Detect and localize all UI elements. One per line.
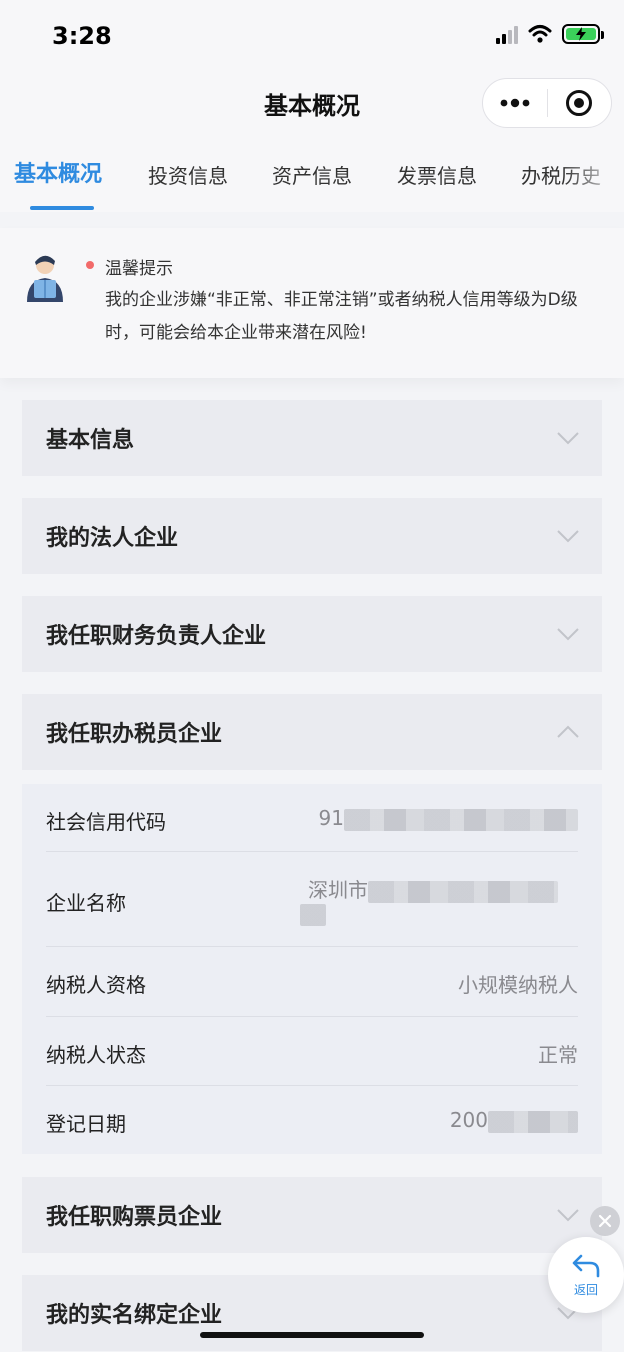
section-title: 基本信息 (46, 428, 135, 453)
row-value: 91 (319, 806, 578, 831)
row-value: 正常 (538, 1043, 578, 1067)
tip-card: 温馨提示 我的企业涉嫌“非正常、非正常注销”或者纳税人信用等级为D级时，可能会给… (0, 228, 624, 378)
back-float-button[interactable]: 返回 (548, 1237, 624, 1313)
chevron-down-icon (557, 628, 579, 641)
close-icon (598, 1214, 612, 1228)
section-ticket-buyer-company[interactable]: 我任职购票员企业 (22, 1177, 602, 1253)
tab-label: 基本概况 (14, 162, 103, 187)
section-title: 我任职办税员企业 (46, 722, 223, 747)
tab-assets[interactable]: 资产信息 (272, 160, 352, 189)
tab-label: 资产信息 (272, 164, 352, 188)
tab-scroll-fade (564, 150, 624, 200)
status-icons (496, 24, 604, 44)
row-label: 纳税人状态 (46, 1043, 146, 1067)
row-value: 小规模纳税人 (458, 973, 578, 997)
status-time: 3:28 (52, 22, 112, 50)
chevron-up-icon (557, 725, 579, 738)
redacted-blur (488, 1110, 578, 1133)
redacted-blur (300, 904, 326, 926)
tab-basic-overview[interactable]: 基本概况 (14, 156, 102, 210)
section-title: 我的实名绑定企业 (46, 1303, 223, 1328)
tab-label: 发票信息 (397, 164, 477, 188)
row-label: 登记日期 (46, 1112, 126, 1136)
back-arrow-icon (572, 1254, 600, 1277)
more-dots-icon (500, 98, 530, 108)
chevron-down-icon (557, 1209, 579, 1222)
tab-label: 投资信息 (148, 164, 228, 188)
credit-code-value: 91 (318, 806, 344, 830)
company-name-value: 深圳市 (308, 878, 368, 902)
section-title: 我任职购票员企业 (46, 1205, 223, 1230)
wifi-icon (528, 25, 552, 43)
chevron-down-icon (557, 530, 579, 543)
redacted-blur (368, 880, 558, 903)
section-title: 我任职财务负责人企业 (46, 624, 267, 649)
section-legal-person-company[interactable]: 我的法人企业 (22, 498, 602, 574)
section-tax-officer-company[interactable]: 我任职办税员企业 (22, 694, 602, 770)
cellular-signal-icon (496, 24, 518, 44)
detail-row-company-name: 企业名称 深圳市 (46, 852, 578, 947)
detail-row-taxpayer-status: 纳税人状态 正常 (46, 1017, 578, 1086)
section-title: 我的法人企业 (46, 526, 179, 551)
tab-investment[interactable]: 投资信息 (148, 160, 228, 189)
section-basic-info[interactable]: 基本信息 (22, 400, 602, 476)
section-real-name-bound-company[interactable]: 我的实名绑定企业 (22, 1275, 602, 1351)
row-label: 社会信用代码 (46, 810, 166, 834)
detail-row-taxpayer-qualification: 纳税人资格 小规模纳税人 (46, 947, 578, 1017)
close-mini-program-button[interactable] (548, 79, 612, 127)
detail-row-registration-date: 登记日期 200 (46, 1086, 578, 1154)
tip-bullet-dot (86, 261, 94, 269)
tab-invoice[interactable]: 发票信息 (397, 160, 477, 189)
section-finance-manager-company[interactable]: 我任职财务负责人企业 (22, 596, 602, 672)
nav-bar: 基本概况 (0, 76, 624, 134)
more-button[interactable] (483, 79, 547, 127)
battery-icon (562, 24, 604, 44)
redacted-blur (344, 808, 578, 831)
back-label: 返回 (573, 1282, 598, 1297)
mini-program-capsule (482, 78, 612, 128)
detail-row-credit-code: 社会信用代码 91 (46, 784, 578, 852)
dismiss-float-button[interactable] (590, 1206, 620, 1236)
home-indicator[interactable] (200, 1332, 424, 1338)
target-icon (566, 90, 593, 116)
row-value: 深圳市 (308, 874, 558, 903)
tip-title: 温馨提示 (105, 259, 173, 279)
reading-person-icon (27, 255, 63, 302)
registration-date-value: 200 (449, 1108, 488, 1132)
chevron-down-icon (557, 432, 579, 445)
tax-officer-company-details: 社会信用代码 91 企业名称 深圳市 纳税人资格 小规模纳税人 纳税人状态 正常… (22, 784, 602, 1154)
status-bar: 3:28 (0, 0, 624, 76)
tab-bar: 基本概况 投资信息 资产信息 发票信息 办税历史 (0, 150, 624, 210)
row-label: 纳税人资格 (46, 973, 146, 997)
header-area: 3:28 基本概况 基本概况 投资信息 资产信息 发票信息 办税历史 (0, 0, 624, 212)
charging-bolt-icon (576, 27, 586, 41)
active-tab-indicator (30, 206, 94, 210)
tip-text: 我的企业涉嫌“非正常、非正常注销”或者纳税人信用等级为D级时，可能会给本企业带来… (105, 290, 578, 343)
row-label: 企业名称 (46, 891, 126, 915)
row-value: 200 (450, 1108, 578, 1133)
